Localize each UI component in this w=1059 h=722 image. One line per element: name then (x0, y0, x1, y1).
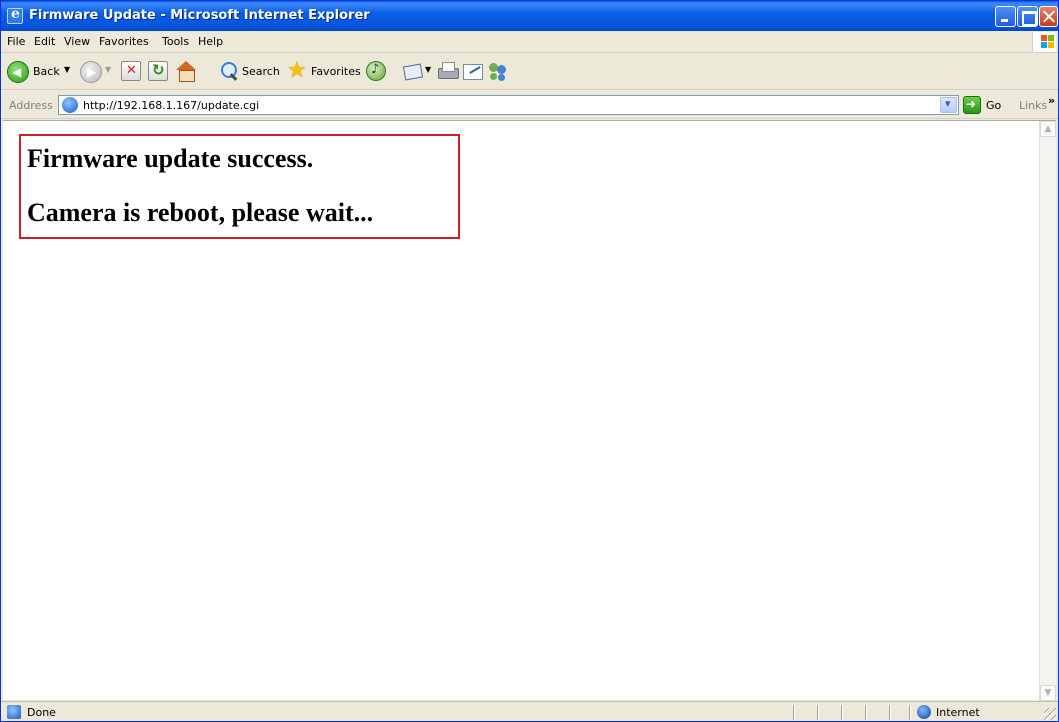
forward-icon[interactable] (80, 61, 102, 83)
status-text: Done (27, 706, 56, 719)
menu-help[interactable]: Help (198, 35, 223, 48)
reboot-wait-message: Camera is reboot, please wait... (27, 198, 374, 227)
title-bar: Firmware Update - Microsoft Internet Exp… (1, 1, 1058, 31)
page-status-icon (7, 705, 21, 719)
security-zone-label: Internet (936, 706, 980, 719)
refresh-icon[interactable] (148, 61, 168, 81)
go-button-label[interactable]: Go (986, 99, 1001, 112)
toolbar: Back ▼ ▼ Search ★ Favorites ▼ (1, 54, 1058, 90)
ie-icon (7, 6, 23, 24)
search-icon[interactable] (219, 61, 239, 81)
address-bar: Address http://192.168.1.167/update.cgi … (1, 91, 1058, 119)
globe-icon (917, 705, 931, 719)
resize-grip[interactable] (1044, 708, 1056, 720)
minimize-icon[interactable] (995, 6, 1016, 27)
favorites-star-icon[interactable]: ★ (287, 60, 307, 82)
mail-icon[interactable] (403, 61, 423, 81)
messenger-icon[interactable] (487, 61, 509, 81)
message-highlight-box: Firmware update success. Camera is reboo… (19, 134, 460, 239)
status-divider (793, 705, 795, 720)
menu-favorites[interactable]: Favorites (99, 35, 149, 48)
window-title: Firmware Update - Microsoft Internet Exp… (29, 8, 370, 23)
menu-view[interactable]: View (64, 35, 90, 48)
links-chevron[interactable]: » (1048, 94, 1055, 107)
forward-dropdown-icon[interactable]: ▼ (105, 65, 111, 74)
address-label: Address (9, 99, 53, 112)
status-divider (841, 705, 843, 720)
back-dropdown-icon[interactable]: ▼ (64, 65, 70, 74)
address-input[interactable]: http://192.168.1.167/update.cgi (58, 95, 959, 115)
status-divider (865, 705, 867, 720)
links-label[interactable]: Links (1019, 99, 1047, 112)
address-dropdown-icon[interactable] (940, 97, 957, 113)
back-button-label[interactable]: Back (33, 65, 60, 78)
address-url[interactable]: http://192.168.1.167/update.cgi (83, 99, 259, 112)
scroll-up-icon[interactable]: ▲ (1040, 121, 1056, 137)
status-divider (909, 705, 911, 720)
windows-logo-icon (1032, 32, 1056, 52)
update-success-message: Firmware update success. (27, 144, 314, 173)
edit-icon[interactable] (463, 61, 483, 81)
home-icon[interactable] (175, 61, 197, 82)
status-bar: Done Internet (1, 701, 1058, 721)
maximize-icon[interactable] (1017, 6, 1038, 27)
back-icon[interactable] (7, 61, 29, 83)
browser-window: Firmware Update - Microsoft Internet Exp… (0, 0, 1059, 722)
menu-tools[interactable]: Tools (162, 35, 189, 48)
status-divider (889, 705, 891, 720)
print-icon[interactable] (438, 61, 459, 81)
page-content: Firmware update success. Camera is reboo… (3, 120, 1056, 701)
close-icon[interactable] (1039, 6, 1058, 27)
menu-file[interactable]: File (7, 35, 25, 48)
scroll-down-icon[interactable]: ▼ (1040, 685, 1056, 701)
stop-icon[interactable] (121, 61, 141, 81)
vertical-scrollbar[interactable]: ▲ ▼ (1039, 121, 1056, 701)
menu-edit[interactable]: Edit (34, 35, 55, 48)
favorites-button-label[interactable]: Favorites (311, 65, 361, 78)
menu-bar: File Edit View Favorites Tools Help (1, 31, 1058, 53)
mail-dropdown-icon[interactable]: ▼ (425, 65, 431, 74)
status-divider (817, 705, 819, 720)
go-arrow-icon[interactable] (963, 96, 981, 114)
search-button-label[interactable]: Search (242, 65, 280, 78)
media-icon[interactable] (366, 61, 386, 81)
page-icon (62, 97, 78, 113)
